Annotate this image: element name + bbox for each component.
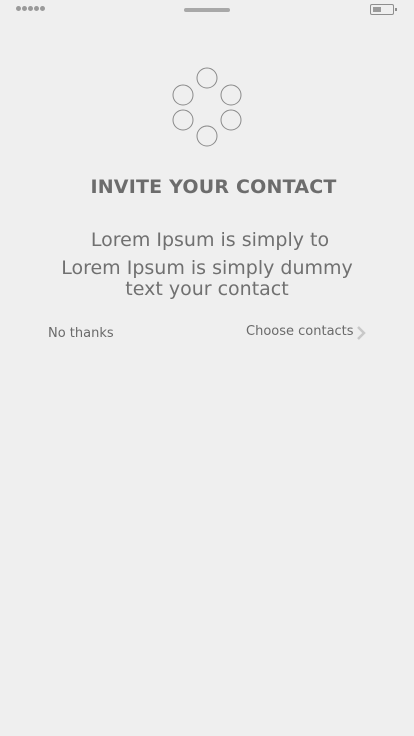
subtitle-line: Lorem Ipsum is simply to bbox=[90, 229, 330, 251]
speaker-grille bbox=[184, 8, 230, 12]
battery-level bbox=[373, 7, 381, 12]
signal-strength-icon bbox=[16, 6, 45, 11]
choose-contacts-button[interactable]: Choose contacts bbox=[246, 324, 354, 339]
invite-screen: INVITE YOUR CONTACT Lorem Ipsum is simpl… bbox=[0, 0, 414, 736]
description-text: Lorem Ipsum is simply dummy text your co… bbox=[61, 257, 353, 300]
chevron-right-icon[interactable] bbox=[355, 326, 367, 340]
battery-icon bbox=[370, 4, 397, 15]
page-title: INVITE YOUR CONTACT bbox=[90, 176, 337, 198]
loading-circles-icon bbox=[172, 67, 242, 147]
no-thanks-button[interactable]: No thanks bbox=[48, 326, 114, 341]
